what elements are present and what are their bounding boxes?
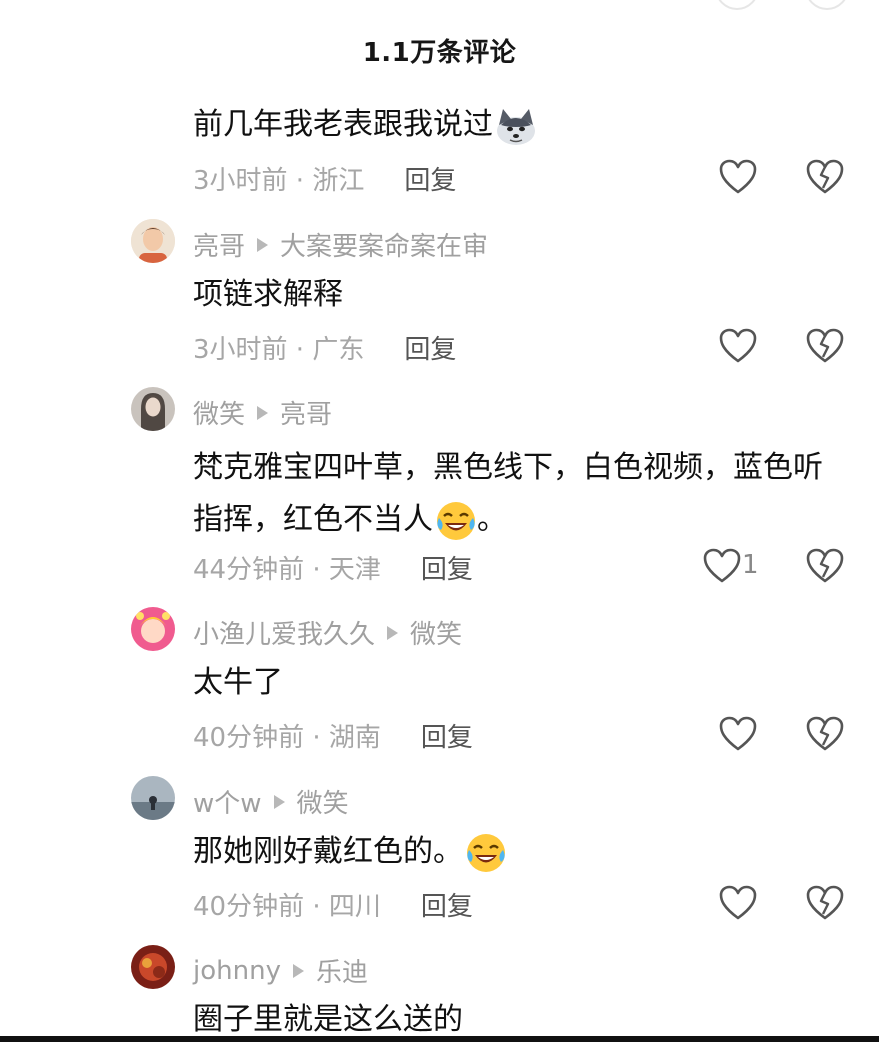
- reply-to-username[interactable]: 微笑: [410, 614, 462, 651]
- comment-meta: 小渔儿爱我久久 微笑: [193, 614, 462, 651]
- comment-meta: 微笑 亮哥: [193, 394, 332, 431]
- comment-text-body: 梵克雅宝四叶草，黑色线下，白色视频，蓝色听指挥，红色不当人: [193, 450, 823, 537]
- comment-footer: 40分钟前 · 湖南 回复: [193, 717, 473, 754]
- comments-screen: 1.1万条评论 前几年我老表跟我说过 3小时前 · 浙江 回复 亮哥 大案要案命…: [0, 0, 879, 1042]
- reply-to-username[interactable]: 微笑: [297, 783, 349, 820]
- like-heart-icon[interactable]: [719, 328, 757, 364]
- comment-text-body: 前几年我老表跟我说过: [193, 107, 493, 142]
- laugh-cry-emoji-icon: [435, 500, 477, 542]
- comment-username[interactable]: 微笑: [193, 394, 245, 431]
- dislike-broken-heart-icon[interactable]: [806, 716, 844, 752]
- reply-button[interactable]: 回复: [404, 329, 456, 366]
- comment-time-location: 44分钟前 · 天津: [193, 555, 381, 585]
- avatar[interactable]: [131, 776, 175, 820]
- comment-text: 项链求解释: [193, 274, 843, 316]
- avatar[interactable]: [131, 219, 175, 263]
- reply-button[interactable]: 回复: [421, 549, 473, 586]
- comment-text: 圈子里就是这么送的: [193, 999, 843, 1041]
- comment-time-location: 40分钟前 · 四川: [193, 892, 381, 922]
- reply-to-username[interactable]: 大案要案命案在审: [280, 226, 488, 263]
- comment-footer: 40分钟前 · 四川 回复: [193, 886, 473, 923]
- comments-count-title: 1.1万条评论: [362, 38, 517, 68]
- top-close-stub-icon[interactable]: [805, 0, 849, 10]
- reply-button[interactable]: 回复: [421, 886, 473, 923]
- comment-time-location: 3小时前 · 广东: [193, 335, 365, 365]
- comment-footer: 3小时前 · 广东 回复: [193, 329, 456, 366]
- like-heart-icon[interactable]: [703, 548, 741, 584]
- comment-time-location: 40分钟前 · 湖南: [193, 723, 381, 753]
- laugh-cry-emoji-icon: [465, 832, 507, 874]
- dislike-broken-heart-icon[interactable]: [806, 159, 844, 195]
- comment-username[interactable]: johnny: [193, 956, 281, 986]
- comment-text: 那她刚好戴红色的。: [193, 831, 843, 874]
- comment-text: 太牛了: [193, 662, 843, 704]
- comment-meta: johnny 乐迪: [193, 952, 368, 989]
- like-heart-icon[interactable]: [719, 885, 757, 921]
- avatar[interactable]: [131, 945, 175, 989]
- comment-username[interactable]: 小渔儿爱我久久: [193, 614, 375, 651]
- comment-meta: w个w 微笑: [193, 783, 349, 820]
- comment-text-tail: 。: [477, 502, 507, 537]
- comment-footer: 3小时前 · 浙江 回复: [193, 160, 456, 197]
- comment-text-body: 圈子里就是这么送的: [193, 1002, 463, 1037]
- comment-text: 梵克雅宝四叶草，黑色线下，白色视频，蓝色听指挥，红色不当人 。: [193, 442, 843, 546]
- reply-arrow-icon: [257, 237, 269, 252]
- reply-arrow-icon: [292, 963, 304, 978]
- comment-text-body: 那她刚好戴红色的。: [193, 834, 463, 869]
- avatar[interactable]: [131, 387, 175, 431]
- comment-text-body: 太牛了: [193, 665, 283, 700]
- reply-button[interactable]: 回复: [404, 160, 456, 197]
- comment-footer: 44分钟前 · 天津 回复: [193, 549, 473, 586]
- like-heart-icon[interactable]: [719, 159, 757, 195]
- reply-arrow-icon: [273, 794, 285, 809]
- comment-text: 前几年我老表跟我说过: [193, 104, 843, 147]
- reply-to-username[interactable]: 乐迪: [316, 952, 368, 989]
- husky-emoji-icon: [495, 105, 537, 147]
- comment-text-body: 项链求解释: [193, 277, 343, 312]
- comment-username[interactable]: w个w: [193, 783, 262, 820]
- like-count: 1: [742, 550, 759, 580]
- comment-username[interactable]: 亮哥: [193, 226, 245, 263]
- bottom-edge-bar: [0, 1036, 879, 1042]
- dislike-broken-heart-icon[interactable]: [806, 548, 844, 584]
- dislike-broken-heart-icon[interactable]: [806, 328, 844, 364]
- reply-arrow-icon: [387, 625, 399, 640]
- dislike-broken-heart-icon[interactable]: [806, 885, 844, 921]
- like-heart-icon[interactable]: [719, 716, 757, 752]
- reply-button[interactable]: 回复: [421, 717, 473, 754]
- comment-meta: 亮哥 大案要案命案在审: [193, 226, 488, 263]
- reply-arrow-icon: [257, 405, 269, 420]
- top-button-stub-icon[interactable]: [715, 0, 759, 10]
- reply-to-username[interactable]: 亮哥: [280, 394, 332, 431]
- avatar[interactable]: [131, 607, 175, 651]
- comment-time-location: 3小时前 · 浙江: [193, 166, 365, 196]
